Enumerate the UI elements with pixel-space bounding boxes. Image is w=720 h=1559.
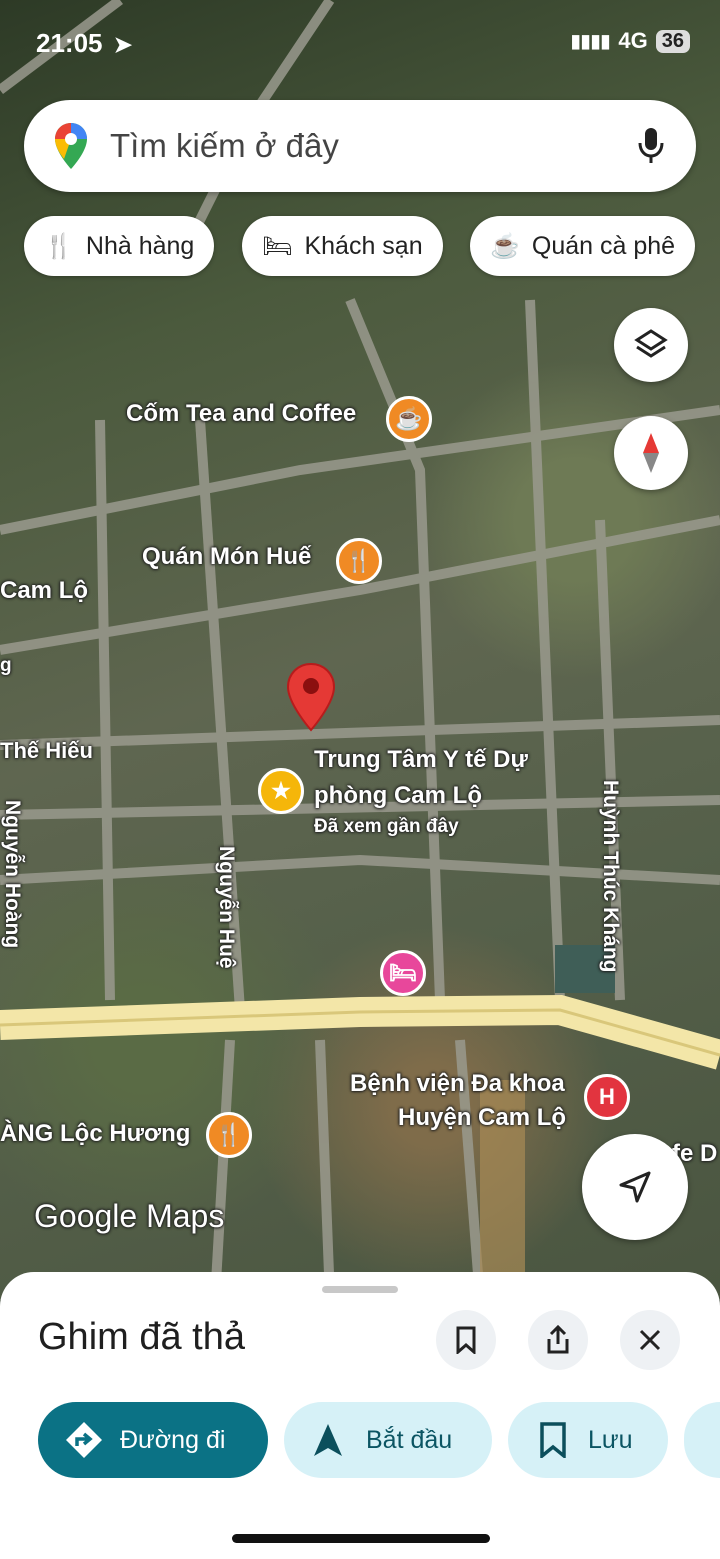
layers-icon xyxy=(634,329,668,358)
restaurant-icon: 🍴 xyxy=(44,232,74,260)
hospital-label-line2[interactable]: Huyện Cam Lộ xyxy=(398,1104,566,1132)
cafe-label[interactable]: Cốm Tea and Coffee xyxy=(126,400,356,428)
chip-restaurants[interactable]: 🍴 Nhà hàng xyxy=(24,216,215,276)
google-maps-watermark: Google Maps xyxy=(34,1198,225,1234)
status-time: 21:05 xyxy=(36,28,103,58)
map-canvas[interactable]: Cốm Tea and Coffee ☕ Quán Món Huế 🍴 Cam … xyxy=(0,0,720,1300)
coffee-poi-icon[interactable]: ☕ xyxy=(386,396,432,442)
directions-icon xyxy=(66,1422,102,1458)
compass-icon xyxy=(643,433,659,473)
recently-viewed-label: Đã xem gần đây xyxy=(314,816,459,837)
close-button[interactable] xyxy=(620,1310,680,1370)
location-arrow-icon: ➤ xyxy=(113,32,133,57)
close-icon xyxy=(639,1329,661,1351)
hotel-poi-icon[interactable]: 🛏 xyxy=(380,950,426,996)
place-title-line2[interactable]: phòng Cam Lộ xyxy=(314,782,482,810)
hospital-label-line1[interactable]: Bệnh viện Đa khoa xyxy=(350,1070,565,1098)
chip-label: Nhà hàng xyxy=(85,231,195,260)
street-label-the-hieu: Thế Hiếu xyxy=(0,738,93,763)
restaurant2-label[interactable]: ÀNG Lộc Hương xyxy=(0,1120,190,1148)
layers-button[interactable] xyxy=(614,308,688,382)
share-button[interactable] xyxy=(528,1310,588,1370)
restaurant2-poi-icon[interactable]: 🍴 xyxy=(206,1112,252,1158)
street-label-huynh-thuc-khang: Huỳnh Thúc Kháng xyxy=(599,780,622,973)
chip-label: Khách sạn xyxy=(304,231,423,260)
save-button[interactable]: Lưu xyxy=(508,1402,668,1478)
status-bar: 21:05 ➤ ▮▮▮▮ 4G 36 xyxy=(36,28,690,60)
starred-place-icon[interactable]: ★ xyxy=(258,768,304,814)
home-indicator xyxy=(232,1534,490,1543)
navigation-arrow-icon xyxy=(619,1171,651,1203)
start-label: Bắt đầu xyxy=(366,1425,453,1454)
signal-icon: ▮▮▮▮ xyxy=(570,30,611,51)
bookmark-icon xyxy=(540,1422,566,1458)
street-label-nguyen-hoang: Nguyễn Hoàng xyxy=(1,800,24,949)
directions-button[interactable]: Đường đi xyxy=(38,1402,268,1478)
restaurant-poi-icon[interactable]: 🍴 xyxy=(336,538,382,584)
save-label: Lưu xyxy=(588,1425,633,1454)
edge-label-left: g xyxy=(0,655,12,676)
hotel-icon: 🛏 xyxy=(262,232,293,260)
compass-button[interactable] xyxy=(614,416,688,490)
save-icon-button[interactable] xyxy=(436,1310,496,1370)
battery-badge: 36 xyxy=(655,29,690,53)
search-bar[interactable]: Tìm kiếm ở đây xyxy=(24,100,696,192)
directions-label: Đường đi xyxy=(120,1425,226,1454)
chip-hotels[interactable]: 🛏 Khách sạn xyxy=(242,216,443,276)
restaurant-label[interactable]: Quán Món Huế xyxy=(142,543,311,571)
bookmark-icon xyxy=(456,1326,476,1354)
microphone-icon[interactable] xyxy=(638,127,664,165)
start-button[interactable]: Bắt đầu xyxy=(284,1402,492,1478)
sheet-drag-handle[interactable] xyxy=(322,1286,398,1293)
chip-label: Quán cà phê xyxy=(531,231,676,260)
street-label-nguyen-hue: Nguyễn Huệ xyxy=(215,846,238,969)
network-type: 4G xyxy=(618,28,648,53)
hospital-poi-icon[interactable]: H xyxy=(584,1074,630,1120)
sheet-title: Ghim đã thả xyxy=(38,1316,245,1358)
google-maps-logo-icon xyxy=(55,123,87,169)
coffee-icon: ☕ xyxy=(490,232,520,260)
share-icon xyxy=(547,1325,569,1354)
area-label: Cam Lộ xyxy=(0,577,89,604)
dropped-pin-icon[interactable] xyxy=(286,662,336,732)
chip-coffee[interactable]: ☕ Quán cà phê xyxy=(470,216,696,276)
navigation-arrow-icon xyxy=(314,1424,342,1456)
my-location-button[interactable] xyxy=(582,1134,688,1240)
place-title-line1[interactable]: Trung Tâm Y tế Dự xyxy=(314,746,528,774)
search-input[interactable]: Tìm kiếm ở đây xyxy=(110,127,638,165)
